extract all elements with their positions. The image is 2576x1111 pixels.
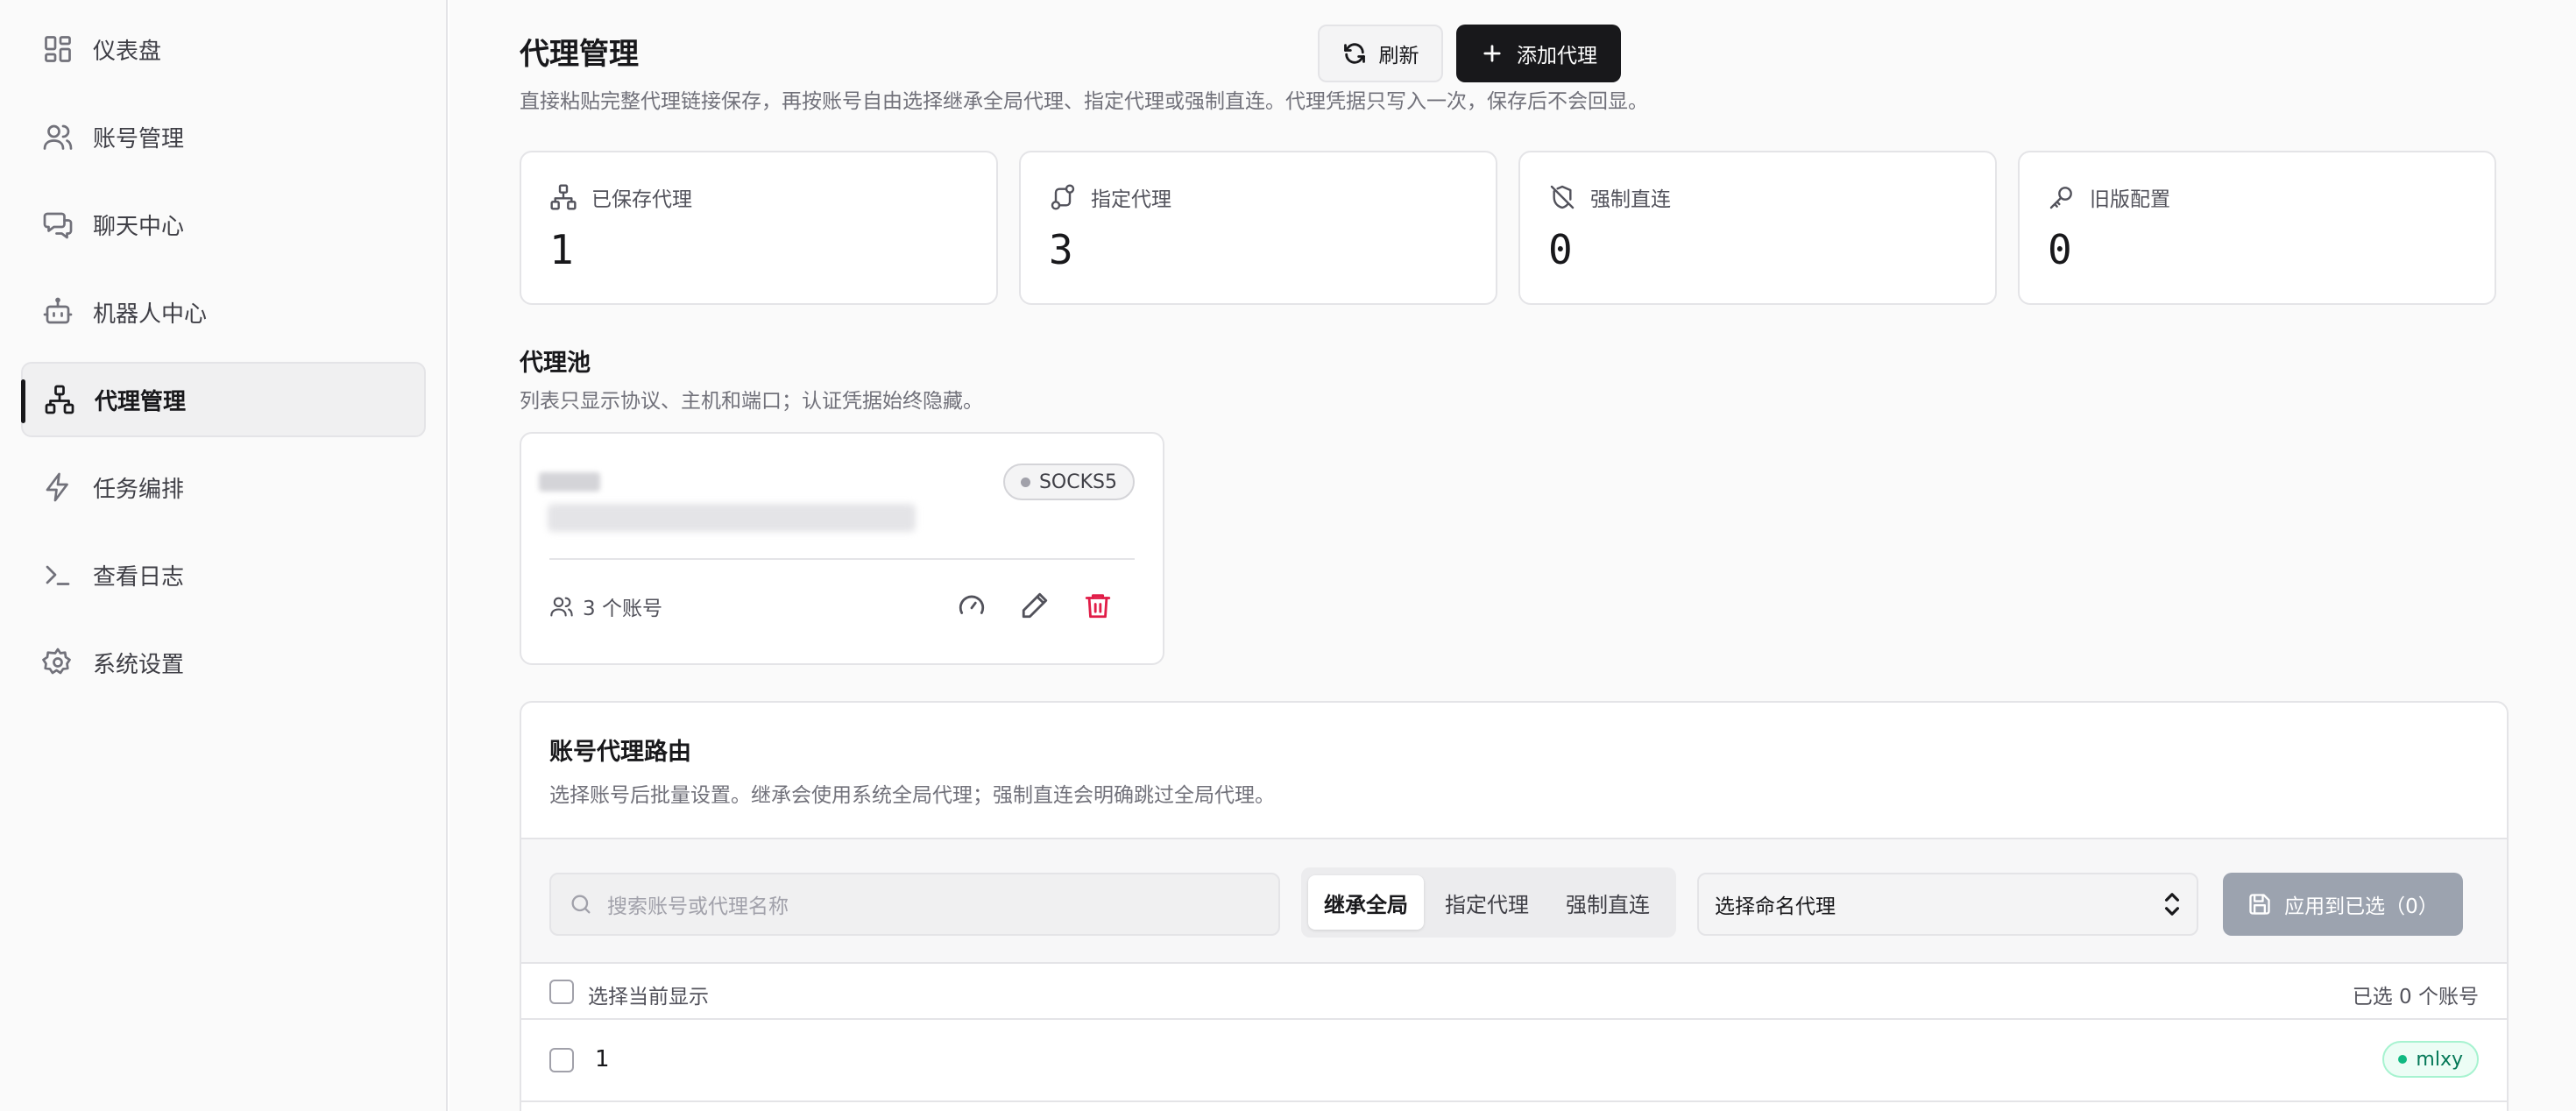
sidebar-item-label: 聊天中心 — [93, 213, 185, 240]
route-icon — [1051, 184, 1075, 210]
stat-card-assigned-proxies: 指定代理 3 — [1019, 151, 1497, 305]
edit-proxy-button[interactable] — [1014, 584, 1056, 626]
stat-label: 指定代理 — [1091, 188, 1171, 211]
protocol-badge: SOCKS5 — [1002, 464, 1135, 500]
row-checkbox[interactable] — [549, 1048, 574, 1072]
apply-to-selected-button[interactable]: 应用到已选（0） — [2223, 873, 2463, 936]
divider — [549, 558, 1135, 560]
pencil-icon — [1022, 592, 1048, 619]
proxy-pool-title: 代理池 — [520, 350, 591, 377]
network-icon — [550, 184, 577, 210]
add-proxy-label: 添加代理 — [1517, 45, 1597, 67]
trash-icon — [1085, 594, 1111, 619]
proxy-card: SOCKS5 3 个账号 — [520, 432, 1164, 665]
routing-title: 账号代理路由 — [549, 739, 691, 766]
page-title: 代理管理 — [520, 37, 639, 72]
stat-card-saved-proxies: 已保存代理 1 — [520, 151, 998, 305]
sidebar-item-accounts[interactable]: 账号管理 — [21, 99, 426, 174]
terminal-icon — [40, 557, 75, 592]
chevron-updown-icon — [2165, 893, 2179, 916]
mode-assign-proxy[interactable]: 指定代理 — [1429, 875, 1545, 930]
stat-card-force-direct: 强制直连 0 — [1518, 151, 1997, 305]
shield-off-icon — [1550, 185, 1575, 209]
refresh-button[interactable]: 刷新 — [1318, 25, 1443, 82]
bot-icon — [40, 294, 75, 329]
test-speed-button[interactable] — [951, 584, 993, 626]
sidebar-item-label: 查看日志 — [93, 563, 185, 591]
named-proxy-select[interactable]: 选择命名代理 — [1697, 873, 2198, 936]
routing-description: 选择账号后批量设置。继承会使用系统全局代理；强制直连会明确跳过全局代理。 — [549, 784, 1275, 807]
sidebar-item-label: 系统设置 — [93, 651, 185, 678]
stat-value: 1 — [549, 226, 574, 273]
sidebar-item-dashboard[interactable]: 仪表盘 — [21, 11, 426, 87]
key-icon — [2049, 187, 2072, 209]
sidebar-item-label: 任务编排 — [93, 476, 185, 503]
search-icon — [571, 895, 591, 914]
proxy-tag: mlxy — [2382, 1041, 2479, 1078]
zap-icon — [40, 470, 75, 505]
stat-value: 0 — [1548, 226, 1573, 273]
search-input[interactable]: 搜索账号或代理名称 — [549, 873, 1280, 936]
routing-toolbar: 搜索账号或代理名称 继承全局 指定代理 强制直连 选择命名代理 应用到已选（0） — [521, 838, 2507, 964]
selected-count: 已选 0 个账号 — [2352, 986, 2479, 1008]
chat-icon — [40, 207, 75, 242]
save-icon — [2249, 894, 2270, 915]
stat-value: 3 — [1049, 226, 1073, 273]
proxy-name-redacted — [539, 472, 600, 492]
account-count: 3 个账号 — [549, 591, 662, 621]
sidebar-item-bots[interactable]: 机器人中心 — [21, 274, 426, 350]
stat-label: 强制直连 — [1590, 188, 1671, 211]
mode-inherit-global[interactable]: 继承全局 — [1308, 875, 1424, 930]
add-proxy-button[interactable]: 添加代理 — [1456, 25, 1621, 82]
routing-mode-segmented: 继承全局 指定代理 强制直连 — [1301, 867, 1676, 938]
stat-label: 旧版配置 — [2090, 188, 2170, 211]
search-placeholder: 搜索账号或代理名称 — [607, 895, 789, 918]
stat-card-legacy-config: 旧版配置 0 — [2018, 151, 2496, 305]
stat-value: 0 — [2048, 226, 2072, 273]
sidebar-item-logs[interactable]: 查看日志 — [21, 537, 426, 612]
users-icon — [40, 119, 75, 154]
proxy-pool-description: 列表只显示协议、主机和端口；认证凭据始终隐藏。 — [520, 390, 983, 413]
proxy-address-redacted — [548, 504, 916, 532]
sidebar-item-tasks[interactable]: 任务编排 — [21, 449, 426, 525]
main-content: 代理管理 直接粘贴完整代理链接保存，再按账号自由选择继承全局代理、指定代理或强制… — [449, 0, 2576, 1111]
sidebar-item-label: 仪表盘 — [93, 38, 162, 65]
apply-label: 应用到已选（0） — [2284, 895, 2438, 918]
dashboard-icon — [40, 32, 75, 67]
select-all-checkbox[interactable] — [549, 980, 574, 1004]
account-name: 1 — [595, 1046, 610, 1072]
sidebar-item-proxy[interactable]: 代理管理 — [21, 362, 426, 437]
stat-label: 已保存代理 — [591, 188, 692, 211]
mode-force-direct[interactable]: 强制直连 — [1550, 875, 1666, 930]
sidebar-item-label: 账号管理 — [93, 125, 185, 152]
network-icon — [42, 382, 77, 417]
sidebar-item-settings[interactable]: 系统设置 — [21, 625, 426, 700]
users-icon — [550, 597, 573, 617]
page-description: 直接粘贴完整代理链接保存，再按账号自由选择继承全局代理、指定代理或强制直连。代理… — [520, 90, 1648, 113]
refresh-label: 刷新 — [1378, 45, 1419, 67]
list-header: 选择当前显示 已选 0 个账号 — [521, 964, 2507, 1020]
sidebar: 仪表盘 账号管理 聊天中心 机器人中心 代理管理 任务编排 查看日志 系统设置 — [0, 0, 448, 1111]
gear-icon — [40, 645, 75, 680]
delete-proxy-button[interactable] — [1077, 584, 1119, 626]
sidebar-item-label: 代理管理 — [95, 388, 187, 415]
sidebar-item-chat[interactable]: 聊天中心 — [21, 187, 426, 262]
account-routing-panel: 账号代理路由 选择账号后批量设置。继承会使用系统全局代理；强制直连会明确跳过全局… — [520, 701, 2509, 1111]
table-row[interactable]: 1 mlxy — [521, 1020, 2507, 1102]
refresh-icon — [1343, 43, 1365, 64]
gauge-icon — [959, 595, 985, 614]
sidebar-item-label: 机器人中心 — [93, 301, 208, 328]
select-value: 选择命名代理 — [1715, 895, 1836, 918]
plus-icon — [1483, 45, 1501, 62]
select-all-label: 选择当前显示 — [588, 986, 709, 1008]
